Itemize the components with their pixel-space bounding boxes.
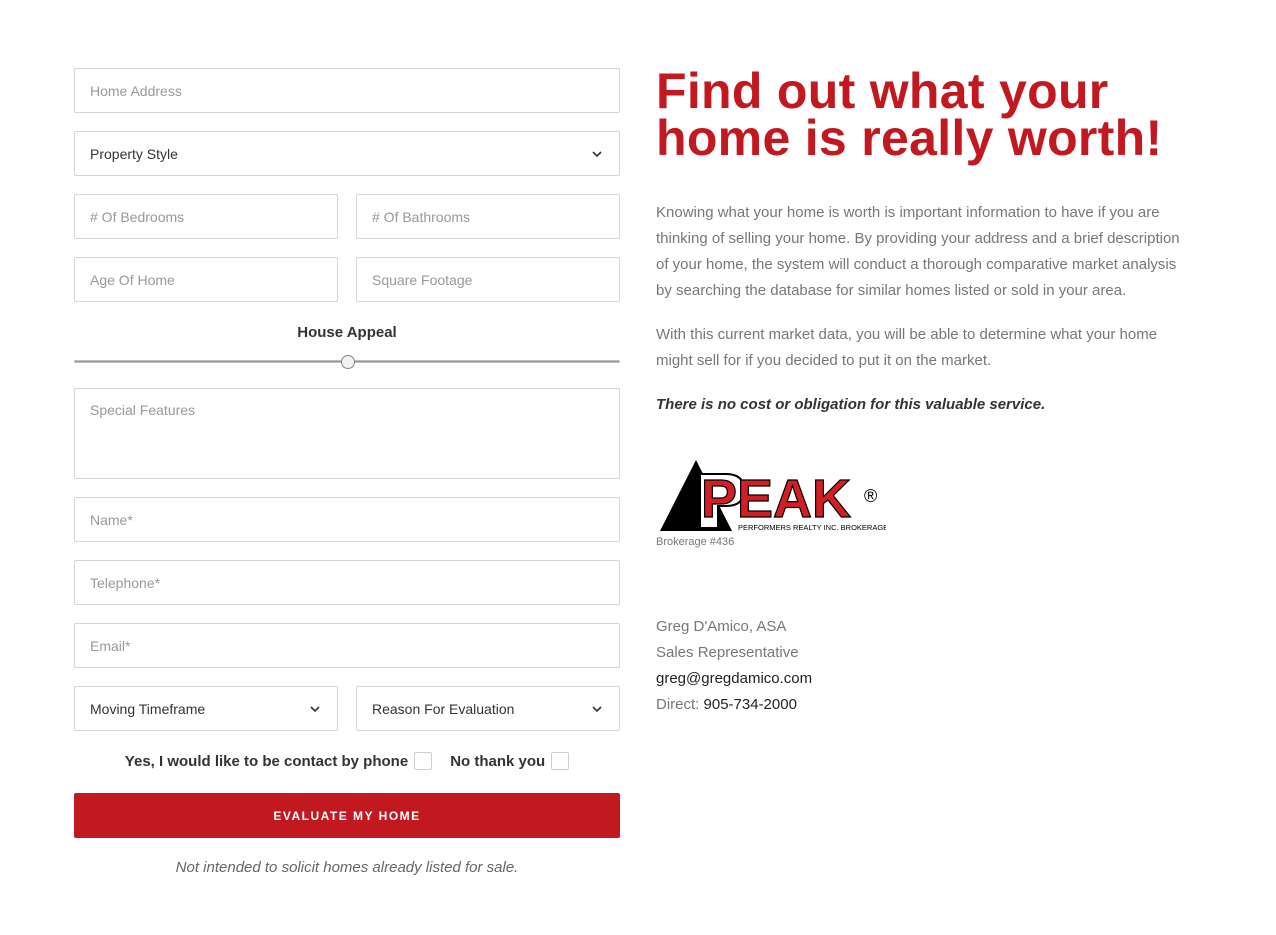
reason-for-evaluation-label: Reason For Evaluation (372, 700, 515, 717)
market-data-paragraph: With this current market data, you will … (656, 326, 1158, 369)
logo-wordmark: PEAK (701, 469, 851, 529)
contact-preferences: Yes, I would like to be contact by phone… (74, 752, 620, 770)
info-column: Find out what your home is really worth!… (656, 63, 1196, 713)
telephone-input[interactable]: Telephone* (74, 560, 620, 605)
contact-yes-label: Yes, I would like to be contact by phone (124, 752, 409, 770)
chevron-down-icon (590, 702, 604, 716)
email-input[interactable]: Email* (74, 623, 620, 668)
contact-no-option: No thank you (450, 752, 570, 770)
reason-for-evaluation-select[interactable]: Reason For Evaluation (356, 686, 620, 731)
home-address-input[interactable]: Home Address (74, 68, 620, 113)
direct-phone-link[interactable]: 905-734-2000 (704, 696, 797, 713)
square-footage-input[interactable]: Square Footage (356, 257, 620, 302)
special-features-placeholder: Special Features (90, 402, 196, 418)
age-of-home-placeholder: Age Of Home (90, 271, 175, 288)
intro-paragraph: Knowing what your home is worth is impor… (656, 204, 1180, 299)
agent-name: Greg D'Amico, ASA (656, 618, 787, 635)
registered-mark: ® (864, 486, 877, 506)
contact-yes-option: Yes, I would like to be contact by phone (124, 752, 433, 770)
home-address-placeholder: Home Address (90, 82, 182, 99)
house-appeal-label: House Appeal (297, 324, 397, 341)
disclaimer-text: Not intended to solicit homes already li… (175, 859, 519, 876)
house-appeal-slider-thumb[interactable] (341, 355, 355, 369)
bedrooms-placeholder: # Of Bedrooms (90, 208, 185, 225)
square-footage-placeholder: Square Footage (372, 271, 473, 288)
agent-email-link[interactable]: greg@gregdamico.com (656, 666, 812, 692)
evaluate-my-home-button[interactable]: EVALUATE MY HOME (74, 793, 620, 838)
age-of-home-input[interactable]: Age Of Home (74, 257, 338, 302)
special-features-textarea[interactable]: Special Features (74, 388, 620, 479)
email-placeholder: Email* (90, 637, 131, 654)
moving-timeframe-select[interactable]: Moving Timeframe (74, 686, 338, 731)
no-cost-statement: There is no cost or obligation for this … (656, 396, 1046, 413)
direct-label: Direct: (656, 696, 700, 713)
telephone-placeholder: Telephone* (90, 574, 161, 591)
contact-yes-checkbox[interactable] (414, 752, 433, 770)
agent-contact: Greg D'Amico, ASA Sales Representative g… (656, 614, 812, 718)
name-input[interactable]: Name* (74, 497, 620, 542)
bathrooms-input[interactable]: # Of Bathrooms (356, 194, 620, 239)
peak-logo: PEAK ® PERFORMERS REALTY INC. BROKERAGE (660, 460, 886, 532)
page-headline: Find out what your home is really worth! (656, 63, 1163, 166)
agent-direct-line: Direct: 905-734-2000 (656, 692, 812, 718)
name-placeholder: Name* (90, 511, 133, 528)
logo-tagline: PERFORMERS REALTY INC. BROKERAGE (738, 523, 886, 532)
property-style-select[interactable]: Property Style (74, 131, 620, 176)
chevron-down-icon (308, 702, 322, 716)
bathrooms-placeholder: # Of Bathrooms (372, 208, 471, 225)
moving-timeframe-label: Moving Timeframe (90, 700, 206, 717)
brokerage-number: Brokerage #436 (656, 536, 735, 548)
bedrooms-input[interactable]: # Of Bedrooms (74, 194, 338, 239)
chevron-down-icon (590, 147, 604, 161)
contact-no-checkbox[interactable] (551, 752, 570, 770)
contact-no-label: No thank you (450, 752, 546, 770)
property-style-label: Property Style (90, 145, 178, 162)
agent-title: Sales Representative (656, 644, 799, 661)
